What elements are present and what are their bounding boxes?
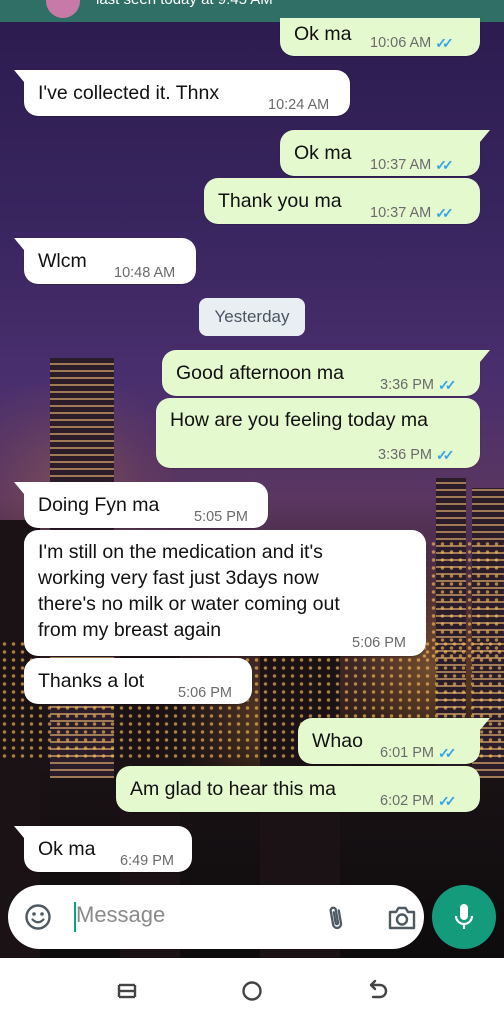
last-seen-status: last seen today at 9:45 AM (96, 0, 273, 8)
message-meta: 3:36 PM ✓✓ (378, 442, 455, 468)
message-text: How are you feeling today ma (170, 409, 428, 431)
message-text: Am glad to hear this ma (130, 778, 336, 800)
message-text: Ok ma (38, 838, 96, 860)
read-ticks-icon: ✓✓ (435, 35, 454, 51)
message-text-line: there's no milk or water coming out (38, 593, 340, 615)
message-time: 10:48 AM (114, 265, 176, 281)
message-time: 10:37 AM (370, 205, 432, 221)
paperclip-icon[interactable] (324, 903, 348, 933)
message-incoming[interactable]: Doing Fyn ma 5:05 PM (14, 482, 268, 528)
message-text: Ok ma (294, 23, 352, 45)
message-text: Thank you ma (218, 190, 342, 212)
date-separator: Yesterday (199, 298, 305, 336)
message-text-line: working very fast just 3days now (38, 567, 319, 589)
message-outgoing[interactable]: How are you feeling today ma 3:36 PM ✓✓ (156, 398, 480, 468)
avatar[interactable] (46, 0, 80, 18)
message-time: 6:49 PM (120, 853, 174, 869)
message-meta: 6:01 PM ✓✓ (380, 740, 457, 766)
message-meta: 10:37 AM ✓✓ (370, 152, 454, 178)
message-incoming[interactable]: I've collected it. Thnx 10:24 AM (14, 70, 350, 116)
message-time: 10:37 AM (370, 157, 432, 173)
mic-button[interactable] (432, 885, 496, 949)
message-composer[interactable]: Message (8, 885, 424, 949)
message-time: 5:05 PM (194, 509, 248, 525)
message-text-line: from my breast again (38, 619, 222, 641)
message-incoming[interactable]: Ok ma 6:49 PM (14, 826, 192, 872)
message-incoming[interactable]: I'm still on the medication and it's wor… (24, 530, 426, 656)
message-text: Wlcm (38, 250, 87, 272)
recents-icon[interactable] (112, 976, 142, 1006)
message-outgoing[interactable]: Good afternoon ma 3:36 PM ✓✓ (162, 350, 490, 398)
message-time: 10:06 AM (370, 35, 432, 51)
message-outgoing[interactable]: Am glad to hear this ma 6:02 PM ✓✓ (116, 766, 480, 812)
message-meta: 10:06 AM ✓✓ (370, 30, 454, 56)
read-ticks-icon: ✓✓ (436, 447, 455, 463)
message-text: Doing Fyn ma (38, 494, 160, 516)
message-meta: 3:36 PM ✓✓ (380, 372, 457, 398)
message-outgoing[interactable]: Ok ma 10:37 AM ✓✓ (280, 130, 490, 178)
message-time: 10:24 AM (268, 97, 330, 113)
message-outgoing[interactable]: Whao 6:01 PM ✓✓ (298, 718, 490, 766)
message-time: 5:06 PM (352, 635, 406, 651)
mic-icon (454, 904, 474, 929)
read-ticks-icon: ✓✓ (438, 793, 457, 809)
message-text: Ok ma (294, 142, 352, 164)
message-text: Thanks a lot (38, 670, 145, 692)
message-input[interactable]: Message (76, 902, 165, 928)
message-text: Whao (312, 730, 363, 752)
read-ticks-icon: ✓✓ (438, 745, 457, 761)
read-ticks-icon: ✓✓ (435, 157, 454, 173)
back-icon[interactable] (362, 976, 392, 1006)
message-outgoing[interactable]: Ok ma 10:06 AM ✓✓ (280, 18, 480, 56)
message-outgoing[interactable]: Thank you ma 10:37 AM ✓✓ (204, 178, 480, 224)
read-ticks-icon: ✓✓ (438, 377, 457, 393)
home-icon[interactable] (237, 976, 267, 1006)
message-text: I've collected it. Thnx (38, 82, 220, 104)
message-text: Good afternoon ma (176, 362, 345, 384)
message-time: 5:06 PM (178, 685, 232, 701)
emoji-icon[interactable] (24, 903, 52, 931)
message-incoming[interactable]: Wlcm 10:48 AM (14, 238, 196, 284)
message-text-line: I'm still on the medication and it's (38, 541, 323, 563)
message-time: 6:01 PM (380, 745, 434, 761)
message-time: 3:36 PM (378, 447, 432, 463)
read-ticks-icon: ✓✓ (435, 205, 454, 221)
message-time: 3:36 PM (380, 377, 434, 393)
camera-icon[interactable] (386, 904, 418, 932)
message-meta: 6:02 PM ✓✓ (380, 788, 457, 814)
system-nav-bar (0, 958, 504, 1024)
message-meta: 10:37 AM ✓✓ (370, 200, 454, 226)
message-time: 6:02 PM (380, 793, 434, 809)
message-incoming[interactable]: Thanks a lot 5:06 PM (24, 658, 252, 704)
